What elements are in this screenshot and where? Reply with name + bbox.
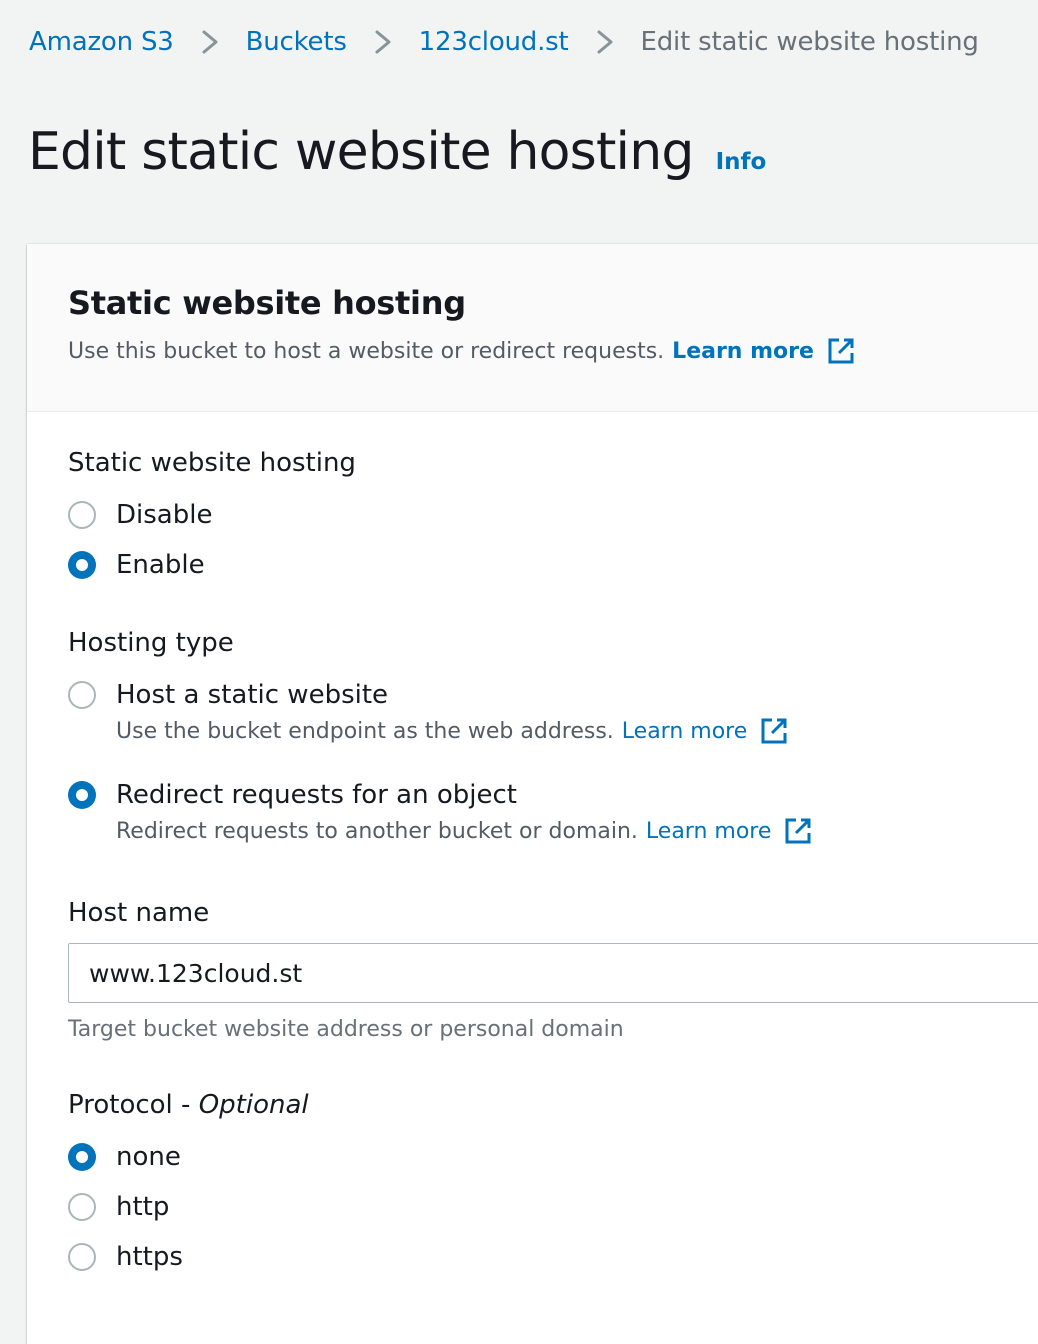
breadcrumb-amazon-s3[interactable]: Amazon S3 <box>29 27 174 57</box>
hosting-type-label: Hosting type <box>68 628 234 658</box>
radio-disable-label: Disable <box>116 500 213 530</box>
panel-header: Static website hosting Use this bucket t… <box>27 244 1038 412</box>
learn-more-label: Learn more <box>645 818 772 844</box>
learn-more-label: Learn more <box>672 338 814 364</box>
chevron-right-icon <box>188 26 232 58</box>
learn-more-link[interactable]: Learn more <box>672 336 856 366</box>
external-link-icon <box>783 816 813 846</box>
external-link-icon <box>826 336 856 366</box>
panel-title: Static website hosting <box>68 284 466 322</box>
page-header: Edit static website hosting Info <box>28 122 766 182</box>
radio-enable[interactable]: Enable <box>68 550 205 580</box>
redirect-requests-description-text: Redirect requests to another bucket or d… <box>116 818 638 844</box>
host-name-label: Host name <box>68 898 210 928</box>
host-name-input[interactable] <box>68 943 1038 1003</box>
info-link[interactable]: Info <box>716 149 767 175</box>
radio-protocol-none-label: none <box>116 1142 181 1172</box>
host-static-website-description: Use the bucket endpoint as the web addre… <box>116 716 789 746</box>
radio-enable-label: Enable <box>116 550 205 580</box>
radio-protocol-none-indicator[interactable] <box>68 1143 96 1171</box>
panel-description: Use this bucket to host a website or red… <box>68 336 1038 366</box>
radio-protocol-http[interactable]: http <box>68 1192 169 1222</box>
host-static-website-description-text: Use the bucket endpoint as the web addre… <box>116 718 614 744</box>
radio-host-static-website[interactable]: Host a static website <box>68 680 388 710</box>
breadcrumb: Amazon S3 Buckets 123cloud.st Edit stati… <box>29 26 979 58</box>
breadcrumb-current: Edit static website hosting <box>640 27 979 57</box>
learn-more-label: Learn more <box>621 718 748 744</box>
radio-redirect-requests-indicator[interactable] <box>68 781 96 809</box>
host-name-hint: Target bucket website address or persona… <box>68 1017 624 1042</box>
protocol-label: Protocol - Optional <box>68 1090 309 1120</box>
protocol-label-text: Protocol - <box>68 1090 199 1120</box>
radio-protocol-http-indicator[interactable] <box>68 1193 96 1221</box>
chevron-right-icon <box>361 26 405 58</box>
radio-redirect-requests[interactable]: Redirect requests for an object <box>68 780 517 810</box>
radio-disable[interactable]: Disable <box>68 500 212 530</box>
chevron-right-icon <box>583 26 627 58</box>
radio-protocol-http-label: http <box>116 1192 170 1222</box>
radio-host-static-website-label: Host a static website <box>116 680 389 710</box>
learn-more-link-redirect[interactable]: Learn more <box>646 816 813 846</box>
learn-more-link-static[interactable]: Learn more <box>622 716 789 746</box>
hosting-label: Static website hosting <box>68 448 356 478</box>
external-link-icon <box>759 716 789 746</box>
radio-protocol-https[interactable]: https <box>68 1242 183 1272</box>
page-title: Edit static website hosting <box>28 122 694 182</box>
breadcrumb-bucket-name[interactable]: 123cloud.st <box>419 27 569 57</box>
radio-protocol-https-label: https <box>116 1242 183 1272</box>
radio-enable-indicator[interactable] <box>68 551 96 579</box>
radio-host-static-website-indicator[interactable] <box>68 681 96 709</box>
static-website-hosting-panel: Static website hosting Use this bucket t… <box>27 244 1038 1344</box>
redirect-requests-description: Redirect requests to another bucket or d… <box>116 816 813 846</box>
protocol-optional-label: Optional <box>198 1090 309 1120</box>
radio-protocol-none[interactable]: none <box>68 1142 181 1172</box>
breadcrumb-buckets[interactable]: Buckets <box>246 27 347 57</box>
radio-protocol-https-indicator[interactable] <box>68 1243 96 1271</box>
panel-description-text: Use this bucket to host a website or red… <box>68 338 665 364</box>
radio-redirect-requests-label: Redirect requests for an object <box>116 780 517 810</box>
radio-disable-indicator[interactable] <box>68 501 96 529</box>
